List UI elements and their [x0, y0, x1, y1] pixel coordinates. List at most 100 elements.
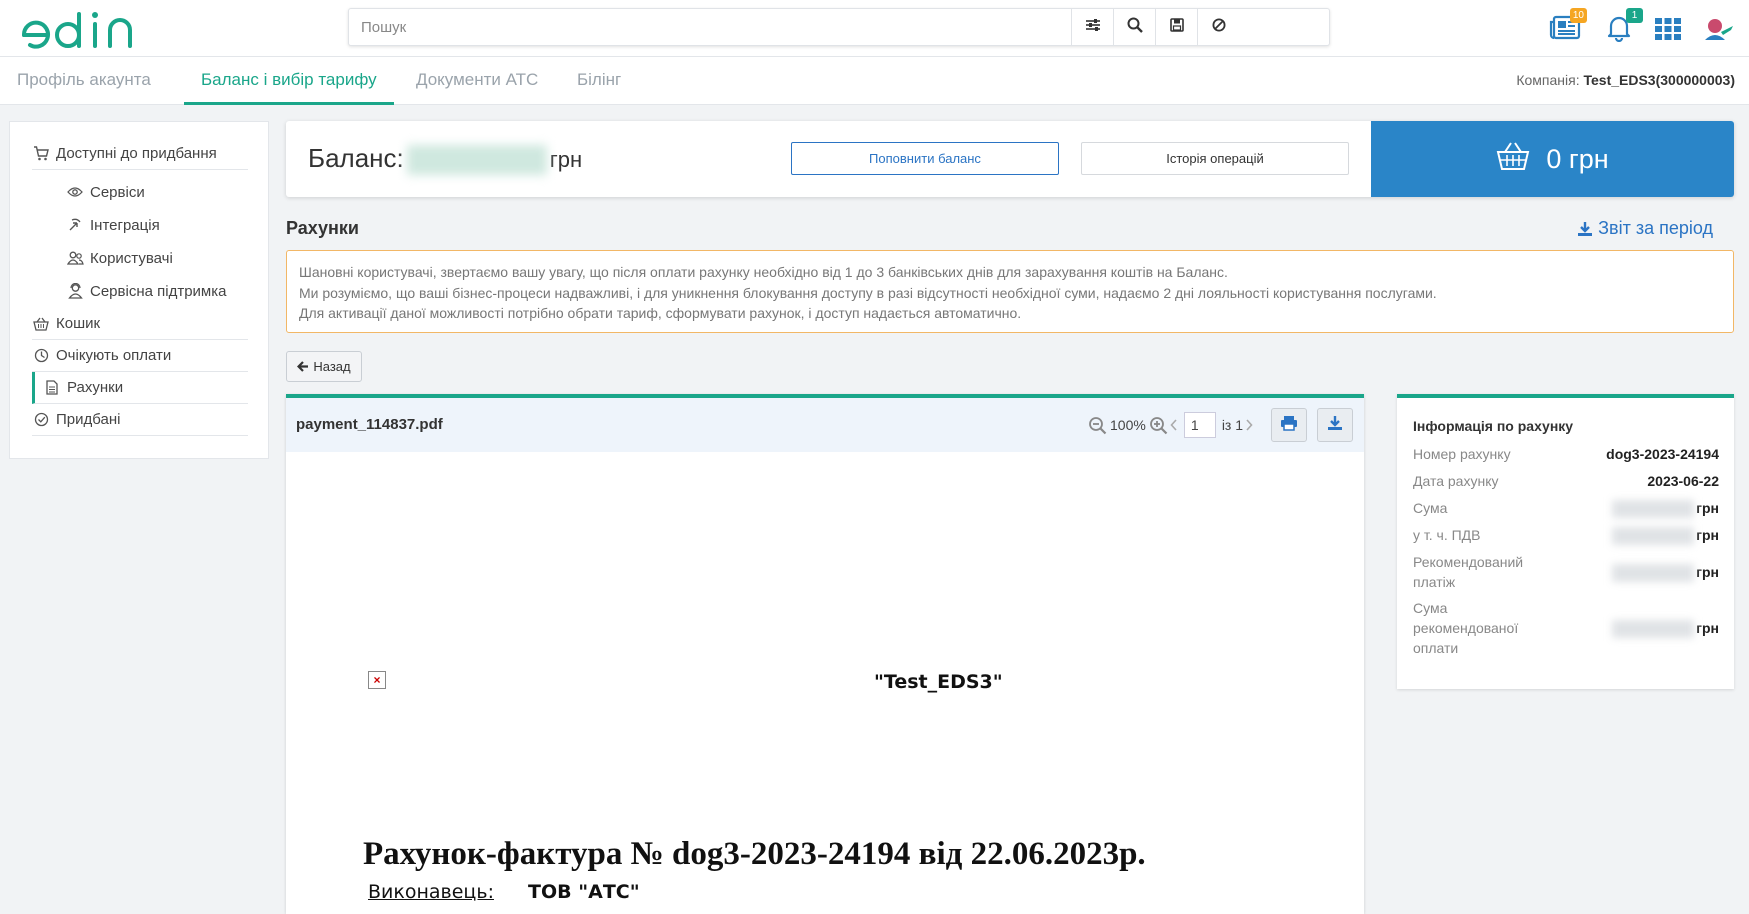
cart-amount: 0 грн [1546, 143, 1609, 174]
broken-image-icon: × [368, 671, 386, 689]
news-badge: 10 [1569, 8, 1587, 23]
info-label: у т. ч. ПДВ [1413, 527, 1481, 543]
sidebar-item-purchased[interactable]: Придбані [32, 404, 248, 436]
support-icon [66, 282, 84, 300]
chevron-left-icon[interactable] [1170, 419, 1178, 431]
sidebar-item-label: Сервісна підтримка [90, 282, 227, 300]
back-label: Назад [313, 359, 351, 374]
eye-icon [66, 183, 84, 201]
download-pdf-button[interactable] [1317, 408, 1353, 442]
doc-company-name: "Test_EDS3" [874, 671, 1003, 693]
info-label: Сума [1413, 500, 1448, 516]
basket-icon [32, 315, 50, 333]
info-value: грн [1612, 525, 1719, 546]
info-label: Дата рахунку [1413, 473, 1499, 489]
document-icon [43, 379, 61, 397]
print-button[interactable] [1271, 408, 1307, 442]
sidebar-item-basket[interactable]: Кошик [32, 308, 248, 340]
search-bar [348, 8, 1330, 46]
sliders-icon [1085, 18, 1101, 37]
zoom-out-icon[interactable] [1088, 416, 1107, 435]
sidebar-item-label: Доступні до придбання [56, 145, 217, 162]
save-icon [1169, 17, 1184, 37]
tab-billing[interactable]: Білінг [560, 57, 638, 105]
payment-notice: Шановні користувачі, звертаємо вашу уваг… [286, 250, 1734, 333]
topup-balance-button[interactable]: Поповнити баланс [791, 142, 1059, 175]
operations-history-button[interactable]: Історія операцій [1081, 142, 1349, 175]
info-row-recommended-sum: Сума рекомендованої оплати грн [1413, 598, 1719, 658]
info-value: грн [1612, 498, 1719, 519]
period-report-link[interactable]: Звіт за період [1577, 218, 1713, 239]
sidebar-item-users[interactable]: Користувачі [66, 242, 246, 274]
info-row-number: Номер рахунку dog3-2023-24194 [1413, 444, 1719, 464]
section-title: Рахунки [286, 218, 359, 238]
notice-line: Для активації даної можливості потрібно … [299, 305, 1022, 321]
info-value-unit: грн [1696, 564, 1719, 580]
sidebar-item-support[interactable]: Сервісна підтримка [66, 275, 246, 307]
search-button[interactable] [1113, 9, 1155, 45]
back-button[interactable]: Назад [286, 351, 362, 382]
pdf-viewer: payment_114837.pdf 100% 1 із 1 × "Test_E… [286, 394, 1364, 914]
chevron-right-icon[interactable] [1245, 419, 1253, 431]
cart-icon [32, 145, 50, 163]
edin-logo[interactable] [20, 8, 150, 50]
sidebar-item-label: Очікують оплати [56, 347, 172, 364]
info-value-unit: грн [1696, 620, 1719, 636]
check-circle-icon [32, 411, 50, 429]
sidebar-item-integration[interactable]: Інтеграція [66, 209, 246, 241]
sidebar-item-label: Кошик [56, 315, 101, 332]
zoom-in-icon[interactable] [1149, 416, 1168, 435]
redacted-value [1612, 527, 1695, 546]
info-label: Рекомендований платіж [1413, 554, 1524, 590]
redacted-value [1612, 500, 1695, 519]
balance-unit: грн [549, 147, 583, 172]
user-avatar[interactable] [1703, 16, 1737, 46]
invoice-info-panel: Інформація по рахунку Номер рахунку dog3… [1397, 394, 1734, 689]
info-row-recommended: Рекомендований платіж грн [1413, 552, 1719, 592]
pdf-toolbar: payment_114837.pdf 100% 1 із 1 [286, 398, 1364, 452]
notifications-badge: 1 [1626, 8, 1643, 23]
doc-invoice-title: Рахунок-фактура № dog3-2023-24194 від 22… [363, 836, 1146, 872]
info-row-sum: Сума грн [1413, 498, 1719, 519]
avatar-icon [1703, 19, 1735, 46]
period-report-label: Звіт за період [1598, 218, 1713, 238]
pdf-filename: payment_114837.pdf [296, 416, 443, 433]
zoom-controls: 100% 1 із 1 [1088, 412, 1253, 438]
bell-icon [1605, 16, 1633, 46]
balance-display: Баланс: грн [308, 143, 583, 176]
search-icon [1127, 17, 1143, 38]
pdf-page: × "Test_EDS3" Рахунок-фактура № dog3-202… [286, 452, 1364, 914]
save-search-button[interactable] [1155, 9, 1197, 45]
news-button[interactable]: 10 [1549, 8, 1587, 44]
tab-ats-documents[interactable]: Документи АТС [399, 57, 555, 105]
page-number-input[interactable]: 1 [1183, 412, 1216, 438]
filter-button[interactable] [1071, 9, 1113, 45]
doc-executor-label: Виконавець: [368, 881, 494, 903]
sidebar-item-label: Придбані [56, 411, 121, 428]
sidebar-item-awaiting-payment[interactable]: Очікують оплати [32, 340, 248, 372]
search-input[interactable] [361, 17, 1161, 37]
basket-icon [1496, 141, 1546, 178]
integration-icon [66, 216, 84, 234]
company-value: Test_EDS3(300000003) [1583, 72, 1735, 88]
sidebar-item-services[interactable]: Сервіси [66, 176, 246, 208]
clock-icon [32, 347, 50, 365]
zoom-level: 100% [1110, 417, 1146, 433]
notifications-button[interactable]: 1 [1605, 8, 1643, 46]
ban-icon [1212, 18, 1226, 37]
sidebar-item-label: Сервіси [90, 183, 145, 201]
apps-button[interactable] [1655, 18, 1689, 48]
sidebar-item-available[interactable]: Доступні до придбання [32, 138, 248, 170]
info-title: Інформація по рахунку [1413, 418, 1574, 434]
tab-account-profile[interactable]: Профіль акаунта [0, 57, 168, 105]
download-icon [1577, 221, 1593, 237]
tab-balance-tariff[interactable]: Баланс і вибір тарифу [184, 57, 394, 105]
info-value: грн [1612, 562, 1719, 583]
info-value: dog3-2023-24194 [1606, 446, 1719, 462]
cart-total-panel[interactable]: 0 грн [1371, 121, 1734, 197]
redacted-value [1612, 564, 1695, 583]
sidebar-item-invoices[interactable]: Рахунки [32, 372, 248, 404]
clear-search-button[interactable] [1197, 9, 1239, 45]
info-value: 2023-06-22 [1647, 473, 1719, 489]
top-bar: 10 1 [0, 0, 1749, 57]
